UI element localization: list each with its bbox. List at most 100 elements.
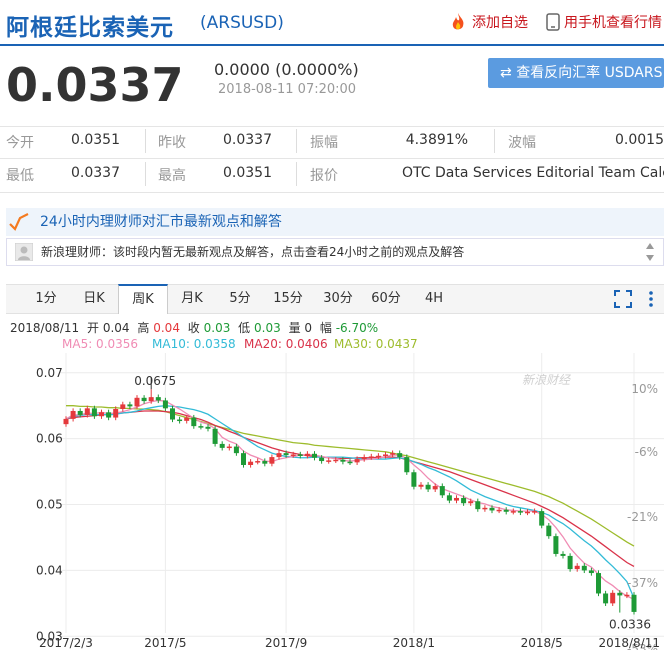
add-watchlist-link[interactable]: 添加自选	[448, 12, 528, 32]
candle-body	[588, 570, 594, 574]
candle-body	[198, 426, 204, 428]
opinions-header[interactable]: 24小时内理财师对汇市最新观点和解答	[6, 208, 664, 236]
candle-body	[581, 565, 587, 571]
candle-low-label: 低	[238, 321, 251, 335]
candle-body	[383, 454, 388, 456]
low-note-label: 0.0336	[609, 618, 651, 632]
candle-body	[603, 593, 609, 604]
tab-15min[interactable]: 15分	[264, 285, 312, 313]
candle-body	[624, 594, 630, 597]
candle-body	[162, 400, 168, 409]
low-value: 0.0337	[71, 165, 120, 181]
candle-body	[411, 472, 417, 487]
opinion-item[interactable]: 新浪理财师：该时段内暂无最新观点及解答，点击查看24小时之前的观点及解答	[6, 238, 664, 266]
candle-body	[361, 457, 367, 460]
candlestick-chart[interactable]: 新浪财经 0.070.060.050.040.0310%-6%-21%-37%-…	[0, 350, 664, 650]
prev-close-value: 0.0337	[223, 132, 272, 148]
reverse-rate-button[interactable]: ⇄ 查看反向汇率 USDARS	[488, 58, 664, 88]
y-tick-label: 0.06	[36, 432, 63, 446]
tab-weekly[interactable]: 周K	[118, 284, 168, 314]
candle-close: 0.03	[203, 321, 231, 335]
tab-60min[interactable]: 60分	[362, 285, 410, 313]
candle-body	[496, 509, 502, 512]
candle-body	[510, 511, 516, 513]
symbol-code: (ARSUSD)	[200, 13, 284, 33]
scroll-arrows-icon[interactable]	[645, 241, 655, 263]
pct-tick-label: -6%	[635, 445, 658, 459]
opinion-message: 新浪理财师：该时段内暂无最新观点及解答，点击查看24小时之前的观点及解答	[41, 245, 465, 259]
candle-body	[226, 446, 232, 449]
x-tick-label: 2017/5	[144, 636, 186, 650]
candle-body	[134, 397, 140, 407]
opinions-title: 24小时内理财师对汇市最新观点和解答	[40, 214, 282, 230]
tab-5min[interactable]: 5分	[216, 285, 264, 313]
candle-body	[397, 453, 403, 458]
x-tick-label: 2018/8/11	[598, 636, 660, 650]
candle-body	[546, 525, 552, 537]
candle-body	[84, 408, 90, 415]
candle-body	[155, 397, 161, 401]
candle-open: 0.04	[102, 321, 130, 335]
candle-body	[347, 461, 353, 464]
candle-body	[482, 507, 488, 510]
candle-body	[184, 417, 190, 421]
amplitude-value: 4.3891%	[405, 132, 468, 148]
ma5-line	[65, 399, 635, 600]
candle-body	[368, 456, 374, 458]
candle-body	[233, 446, 239, 454]
page-title: 阿根廷比索美元	[6, 15, 174, 41]
candle-body	[241, 453, 246, 465]
candle-body	[304, 453, 310, 456]
candle-low: 0.03	[254, 321, 281, 335]
price-notes: 0.0675 0.0336	[134, 374, 651, 631]
divider	[145, 129, 146, 153]
page-header: 阿根廷比索美元 (ARSUSD) 添加自选 用手机查看行情	[0, 0, 664, 46]
candle-body	[283, 453, 289, 456]
high-note-label: 0.0675	[134, 374, 176, 388]
pct-tick-label: -37%	[627, 576, 658, 590]
quoter-label: 报价	[310, 168, 338, 184]
candle-body	[454, 497, 459, 501]
candle-body	[631, 594, 637, 612]
flame-icon	[452, 13, 464, 30]
tab-30min[interactable]: 30分	[314, 285, 362, 313]
add-watchlist-label: 添加自选	[472, 15, 528, 31]
candle-close-label: 收	[187, 321, 200, 335]
tab-monthly[interactable]: 月K	[168, 285, 216, 313]
x-tick-label: 2018/1	[393, 636, 435, 650]
chart-grid	[60, 353, 664, 637]
candle-body	[205, 426, 211, 429]
candle-body	[91, 408, 97, 417]
candle-body	[113, 409, 119, 418]
more-options-icon[interactable]	[648, 290, 654, 308]
candle-info: 2018/08/11 开 0.04 高 0.04 收 0.03 低 0.03 量…	[10, 319, 378, 336]
candle-body	[425, 484, 431, 490]
candle-body	[262, 461, 268, 464]
fullscreen-icon[interactable]	[614, 290, 632, 308]
candle-high-label: 高	[137, 321, 150, 335]
candle-body	[525, 511, 530, 514]
candle-body	[276, 453, 282, 458]
candle-body	[567, 555, 573, 570]
candle-body	[255, 461, 261, 463]
candle-body	[432, 486, 438, 490]
tab-1min[interactable]: 1分	[22, 285, 70, 313]
chart-period-tabs: 1分 日K 周K 月K 5分 15分 30分 60分 4H	[6, 284, 664, 314]
candle-body	[141, 397, 147, 402]
candle-body	[468, 501, 474, 504]
pct-tick-label: -21%	[627, 510, 658, 524]
tab-daily[interactable]: 日K	[70, 285, 118, 313]
candle-body	[70, 410, 76, 419]
candle-date: 2018/08/11	[10, 321, 80, 335]
candle-body	[610, 592, 616, 604]
tab-4h[interactable]: 4H	[410, 285, 458, 313]
candle-body	[319, 457, 325, 462]
candle-body	[461, 497, 467, 504]
candle-body	[77, 410, 83, 415]
mobile-phone-icon	[546, 13, 560, 31]
divider	[296, 162, 297, 186]
amplitude-label: 振幅	[310, 135, 338, 151]
mobile-view-link[interactable]: 用手机查看行情	[546, 12, 662, 32]
candle-body	[177, 419, 183, 422]
divider	[296, 129, 297, 153]
